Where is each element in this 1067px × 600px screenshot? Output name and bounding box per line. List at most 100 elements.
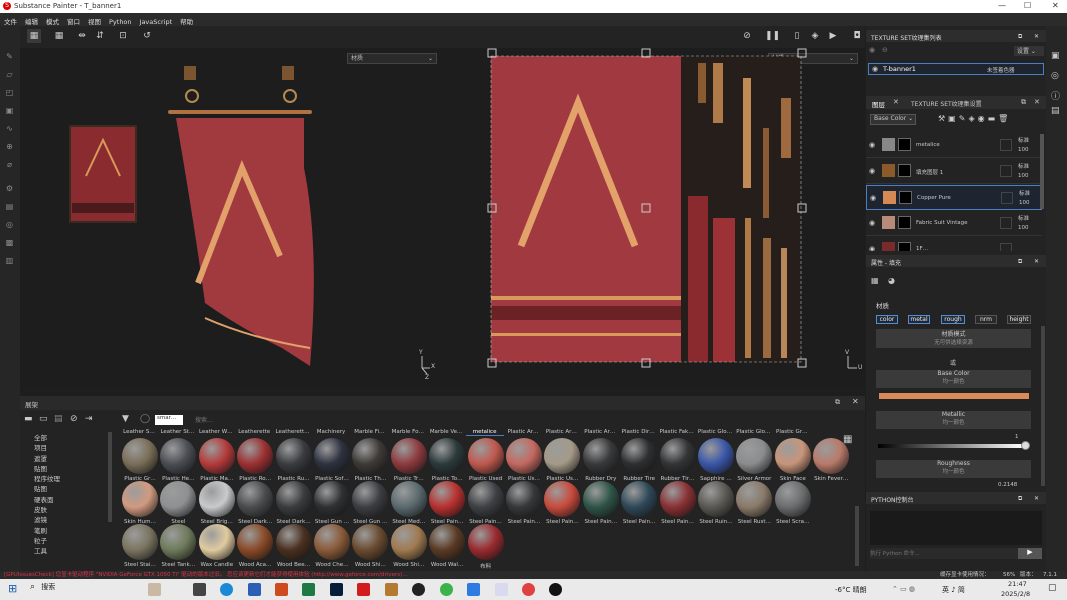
material-thumbnail[interactable] — [774, 438, 811, 474]
material-thumbnail[interactable] — [314, 438, 350, 474]
acrobat-icon[interactable] — [357, 583, 370, 596]
float-icon[interactable]: ⧉ — [1018, 495, 1022, 503]
video-icon[interactable]: ▶ — [826, 29, 840, 43]
substance-painter-taskbar-icon[interactable] — [522, 583, 535, 596]
add-fill-icon[interactable]: ◈ — [968, 114, 977, 123]
menu-javascript[interactable]: JavaScript — [136, 15, 177, 26]
photoshop-taskbar-icon[interactable] — [330, 583, 343, 596]
float-icon[interactable]: ⧉ — [835, 398, 840, 407]
app-icon[interactable] — [467, 583, 480, 596]
maximize-button[interactable]: ☐ — [1024, 1, 1031, 10]
fit-icon[interactable]: ⊡ — [116, 29, 130, 43]
material-thumbnail[interactable] — [429, 524, 466, 560]
eye-icon[interactable]: ◉ — [869, 219, 875, 227]
menu-help[interactable]: 帮助 — [176, 13, 197, 26]
open-icon[interactable]: ⇥ — [85, 414, 93, 424]
add-material-icon[interactable]: ◉ — [978, 114, 988, 123]
layer-row[interactable]: ◉ Copper Pure 标准 100 — [866, 185, 1042, 210]
eye-icon[interactable]: ◉ — [869, 245, 875, 251]
close-icon[interactable]: ✕ — [1034, 258, 1039, 265]
layer-options[interactable] — [1000, 165, 1012, 177]
grid-4-icon[interactable]: ▦ — [52, 29, 66, 43]
notification-icon[interactable]: ▢ — [1048, 583, 1057, 593]
material-thumbnail[interactable] — [160, 481, 197, 517]
eye-icon[interactable]: ◉ — [869, 46, 875, 54]
word-icon[interactable] — [248, 583, 261, 596]
menu-view[interactable]: 视图 — [84, 13, 105, 26]
filter-tag-chip[interactable]: smar… — [155, 415, 183, 425]
layer-opacity[interactable]: 100 — [1019, 200, 1030, 206]
base-color-swatch[interactable] — [878, 392, 1030, 400]
close-icon[interactable]: ✕ — [852, 397, 859, 406]
grid-1-icon[interactable]: ▦ — [27, 29, 41, 43]
screenshot-icon[interactable]: ◘ — [850, 29, 864, 43]
material-thumbnail[interactable] — [544, 438, 581, 474]
category-scrollbar[interactable] — [108, 432, 112, 522]
taskbar-search[interactable]: ⌕ 搜索 — [30, 582, 140, 597]
tag-icon[interactable]: ◯ — [140, 414, 150, 424]
material-thumbnail[interactable] — [582, 481, 619, 517]
chip-nrm[interactable]: nrm — [975, 315, 997, 324]
layer-scrollbar[interactable] — [1040, 134, 1044, 209]
clock-date[interactable]: 2025/2/8 — [1001, 590, 1030, 598]
menu-file[interactable]: 文件 — [0, 13, 21, 26]
menu-python[interactable]: Python — [105, 15, 136, 26]
material-props-icon[interactable]: ◕ — [888, 276, 895, 285]
material-thumbnail[interactable] — [390, 481, 427, 517]
layer-options[interactable] — [1000, 243, 1012, 251]
powerpoint-icon[interactable] — [275, 583, 288, 596]
eye-icon[interactable]: ◉ — [869, 167, 875, 175]
network-app-icon[interactable] — [495, 583, 508, 596]
folder-icon[interactable]: ▬ — [24, 414, 33, 424]
shelf-category-item[interactable]: 遮罩 — [20, 453, 115, 463]
shelf-category-item[interactable]: 工具 — [20, 545, 115, 555]
wechat-icon[interactable] — [440, 583, 453, 596]
base-color-button[interactable]: Base Color 均一颜色 — [876, 370, 1031, 388]
hide-icon[interactable]: ⊘ — [70, 414, 78, 424]
material-thumbnail[interactable] — [237, 481, 274, 517]
material-thumbnail[interactable] — [698, 438, 734, 474]
material-thumbnail[interactable] — [122, 481, 158, 517]
material-thumbnail[interactable] — [621, 481, 658, 517]
display-icon[interactable]: ▤ — [4, 202, 15, 213]
chip-metal[interactable]: metal — [908, 315, 930, 324]
material-thumbnail[interactable] — [506, 438, 542, 474]
material-thumbnail[interactable] — [429, 438, 466, 474]
shelf-category-item[interactable]: 程序纹理 — [20, 473, 115, 483]
menu-mode[interactable]: 模式 — [42, 13, 63, 26]
material-thumbnail[interactable] — [352, 481, 389, 517]
photoshop-icon[interactable]: ▩ — [4, 238, 15, 249]
close-icon[interactable]: ✕ — [1034, 33, 1039, 40]
unreal-icon[interactable] — [549, 583, 562, 596]
channel-select[interactable]: Base Color ⌄ — [870, 114, 916, 125]
mirror-icon[interactable]: ⇵ — [93, 29, 107, 43]
paint-brush-icon[interactable]: ✎ — [4, 52, 15, 63]
pause-icon[interactable]: ❚❚ — [765, 29, 780, 43]
texset-item[interactable]: ◉ T-banner1 未签着色器 — [868, 63, 1044, 75]
shelf-category-item[interactable]: 粒子 — [20, 535, 115, 545]
weather-label[interactable]: -6°C 晴朗 — [835, 585, 867, 595]
material-thumbnail[interactable] — [544, 481, 581, 517]
material-thumbnail[interactable] — [314, 524, 350, 560]
grid-view-icon[interactable]: ▦ — [843, 434, 852, 445]
visibility-off-icon[interactable]: ⊘ — [740, 29, 754, 43]
material-thumbnail[interactable] — [237, 524, 274, 560]
chip-color[interactable]: color — [876, 315, 898, 324]
delete-layer-icon[interactable]: 🗑 — [998, 114, 1011, 123]
material-thumbnail[interactable] — [352, 438, 389, 474]
material-thumbnail[interactable] — [122, 524, 158, 560]
layer-options[interactable] — [1000, 139, 1012, 151]
material-thumbnail[interactable] — [352, 524, 389, 560]
camera-icon[interactable]: ◎ — [4, 220, 15, 231]
clock-time[interactable]: 21:47 — [1008, 580, 1027, 588]
layers-icon[interactable]: ▣ — [1051, 51, 1060, 61]
layer-opacity[interactable]: 100 — [1018, 173, 1029, 179]
layer-row[interactable]: ◉ 填充图层 1 标准 100 — [866, 159, 1042, 184]
shelf-category-item[interactable]: 皮肤 — [20, 504, 115, 514]
layer-blend-mode[interactable]: 标准 — [1018, 214, 1029, 222]
shelf-category-item[interactable]: 全部 — [20, 432, 115, 442]
clone-icon[interactable]: ⊕ — [4, 142, 15, 153]
shelf-scrollbar[interactable] — [855, 506, 859, 566]
info-icon[interactable]: ⓘ — [1051, 89, 1060, 102]
material-thumbnail[interactable] — [237, 438, 274, 474]
